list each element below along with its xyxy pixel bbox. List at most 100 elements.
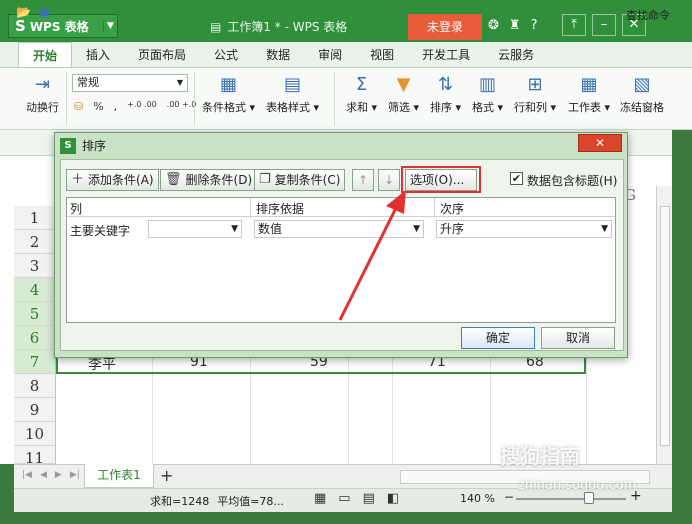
page-view-icon[interactable]: ▭ — [338, 491, 350, 506]
row-header[interactable]: 4 — [14, 278, 56, 302]
last-sheet-icon[interactable]: ▶| — [70, 470, 80, 480]
folder-icon[interactable]: 📂 — [16, 5, 31, 19]
order-select[interactable]: 升序 ▼ — [436, 220, 612, 238]
row-header[interactable]: 6 — [14, 326, 56, 350]
dialog-title: S 排序 — [60, 137, 106, 154]
title-tools: ❂ ♜ ? — [488, 18, 537, 33]
find-command[interactable]: 查找命令 — [626, 7, 670, 23]
wps-logo-icon: S — [60, 137, 76, 154]
cancel-button[interactable]: 取消 — [541, 327, 615, 349]
divider — [194, 72, 195, 126]
row-header[interactable]: 8 — [14, 374, 56, 398]
percent-button[interactable]: % — [93, 100, 103, 113]
side-panel — [672, 130, 692, 524]
tab-view[interactable]: 视图 — [356, 42, 408, 67]
has-header-label: 数据包含标题(H) — [527, 174, 618, 188]
sort-button[interactable]: ⇅ 排序 ▾ — [430, 74, 461, 115]
arrow-head — [386, 190, 406, 214]
sheet-tab[interactable]: 工作表1 — [84, 464, 154, 488]
number-tools: ⛁ % , +.0 .00 .00 +.0 — [74, 100, 196, 113]
login-button[interactable]: 未登录 — [408, 14, 482, 40]
red-arrow-annotation — [338, 190, 406, 321]
increase-decimal-button[interactable]: +.0 .00 — [127, 100, 157, 113]
number-format-select[interactable]: 常规 ▼ — [72, 74, 188, 92]
row-header[interactable]: 11 — [14, 446, 56, 467]
row-header[interactable]: 9 — [14, 398, 56, 422]
help-icon[interactable]: ? — [531, 18, 538, 33]
trash-icon: 🗑 — [165, 172, 182, 187]
primary-key-label: 主要关键字 — [70, 224, 131, 238]
row-col-icon: ⊞ — [527, 74, 543, 95]
format-button[interactable]: ▥ 格式 ▾ — [472, 74, 503, 115]
format-icon: ▥ — [479, 74, 497, 95]
row-header[interactable]: 10 — [14, 422, 56, 446]
comma-button[interactable]: , — [114, 100, 118, 113]
sheet-nav: |◀ ◀ ▶ ▶| — [22, 470, 80, 480]
add-condition-button[interactable]: ＋ 添加条件(A) — [66, 169, 159, 191]
row-header[interactable]: 5 — [14, 302, 56, 326]
conditional-format-button[interactable]: ▦ 条件格式 ▾ — [202, 74, 255, 115]
plus-icon: ＋ — [71, 172, 85, 187]
sum-button[interactable]: Σ 求和 ▾ — [346, 74, 377, 115]
shirt-icon[interactable]: ♜ — [509, 18, 521, 33]
quick-access-icons: 📂 ▣ — [16, 5, 50, 19]
column-select[interactable]: ▼ — [148, 220, 242, 238]
column-header: 列 — [70, 202, 83, 216]
prev-sheet-icon[interactable]: ◀ — [40, 470, 47, 480]
filter-button[interactable]: ▼ 筛选 ▾ — [388, 74, 419, 115]
tab-review[interactable]: 审阅 — [304, 42, 356, 67]
has-header-checkbox[interactable]: ✔ — [510, 172, 523, 185]
status-summary: 求和=1248 平均值=78... — [150, 493, 284, 509]
minimize-icon[interactable]: – — [592, 14, 616, 36]
wps-logo-icon: S — [15, 17, 26, 35]
tab-home[interactable]: 开始 — [18, 42, 73, 67]
delete-condition-button[interactable]: 🗑 删除条件(D) — [160, 169, 258, 191]
row-header[interactable]: 7 — [14, 350, 56, 374]
tab-developer[interactable]: 开发工具 — [408, 42, 484, 67]
skin-icon[interactable]: ❂ — [488, 18, 499, 33]
table-style-icon: ▤ — [284, 74, 302, 95]
table-style-button[interactable]: ▤ 表格样式 ▾ — [266, 74, 319, 115]
normal-view-icon[interactable]: ▦ — [314, 491, 326, 506]
restore-icon[interactable]: ⤒ — [562, 14, 586, 36]
filter-icon: ▼ — [396, 74, 411, 95]
vertical-scrollbar[interactable] — [656, 186, 672, 464]
freeze-icon: ▧ — [633, 74, 651, 95]
conditional-format-icon: ▦ — [220, 74, 238, 95]
close-icon[interactable]: ✕ — [578, 134, 622, 152]
add-sheet-button[interactable]: + — [160, 466, 173, 485]
row-header[interactable]: 3 — [14, 254, 56, 278]
zoom-thumb[interactable] — [584, 492, 594, 504]
wrap-text-button[interactable]: ⇥ 动换行 — [26, 74, 59, 115]
worksheet-button[interactable]: ▦ 工作表 ▾ — [568, 74, 610, 115]
reading-view-icon[interactable]: ◧ — [387, 491, 399, 506]
app-name: WPS 表格 — [29, 19, 89, 34]
currency-icon[interactable]: ⛁ — [74, 100, 83, 113]
tab-page-layout[interactable]: 页面布局 — [124, 42, 200, 67]
copy-icon: ❐ — [259, 172, 271, 187]
view-icons: ▦ ▭ ▤ ◧ — [314, 491, 399, 506]
layout-view-icon[interactable]: ▤ — [363, 491, 375, 506]
status-sum: 求和=1248 — [150, 495, 210, 508]
zoom-out-button[interactable]: − — [504, 490, 514, 504]
divider — [434, 198, 435, 218]
freeze-panes-button[interactable]: ▧ 冻结窗格 — [620, 74, 664, 115]
worksheet-icon: ▦ — [580, 74, 598, 95]
zoom-slider[interactable] — [516, 498, 626, 500]
row-col-button[interactable]: ⊞ 行和列 ▾ — [514, 74, 556, 115]
next-sheet-icon[interactable]: ▶ — [55, 470, 62, 480]
ok-button[interactable]: 确定 — [461, 327, 535, 349]
first-sheet-icon[interactable]: |◀ — [22, 470, 32, 480]
tab-data[interactable]: 数据 — [252, 42, 304, 67]
decrease-decimal-button[interactable]: .00 +.0 — [167, 100, 197, 113]
scroll-thumb[interactable] — [660, 206, 670, 446]
tab-formula[interactable]: 公式 — [200, 42, 252, 67]
tab-insert[interactable]: 插入 — [72, 42, 124, 67]
save-icon[interactable]: ▣ — [39, 5, 50, 19]
document-icon: ▤ — [210, 19, 222, 34]
tab-cloud[interactable]: 云服务 — [484, 42, 548, 67]
row-header[interactable]: 1 — [14, 206, 56, 230]
zoom-level: 140 % — [460, 492, 495, 505]
row-header[interactable]: 2 — [14, 230, 56, 254]
chevron-down-icon: ▼ — [176, 78, 183, 87]
